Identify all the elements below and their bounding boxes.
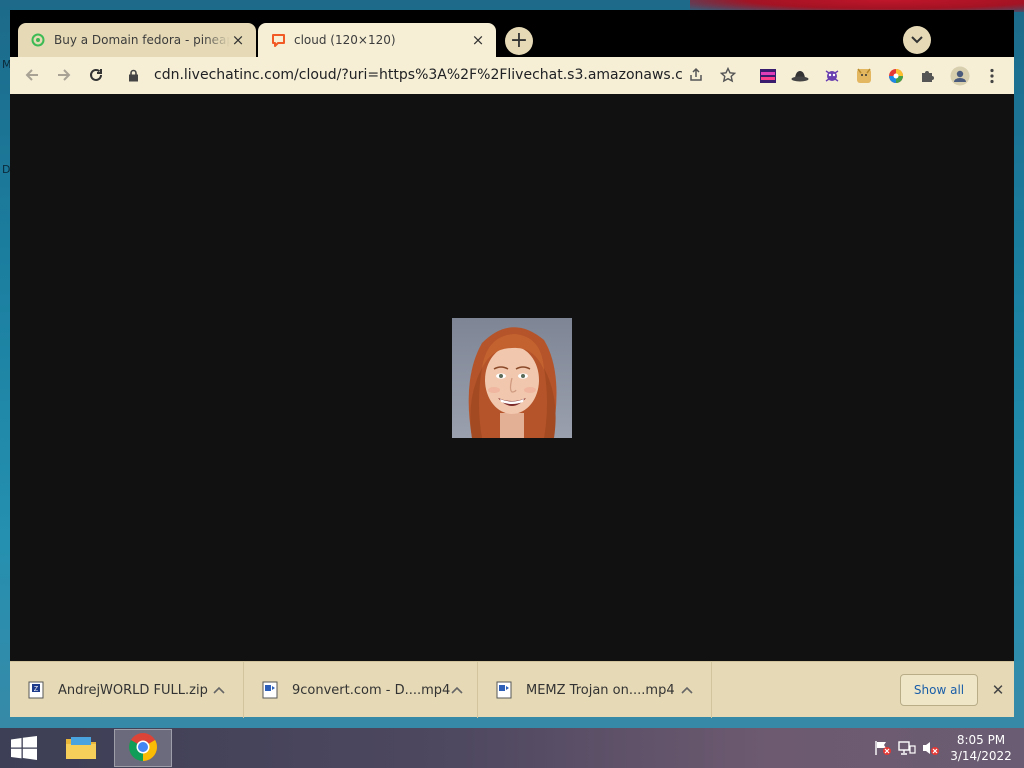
chrome-taskbar-button[interactable] <box>114 729 172 767</box>
tab-buy-domain[interactable]: Buy a Domain fedora - pineapple × <box>18 23 256 57</box>
star-icon <box>719 66 737 86</box>
chevron-up-icon[interactable] <box>209 686 229 694</box>
url-text: cdn.livechatinc.com/cloud/?uri=https%3A%… <box>154 67 682 83</box>
flag-warning-icon[interactable] <box>874 740 892 756</box>
network-icon[interactable] <box>898 740 916 756</box>
file-explorer-icon <box>65 733 97 764</box>
puzzle-icon[interactable] <box>918 66 938 86</box>
speaker-muted-icon[interactable] <box>922 740 940 756</box>
wallet-extension-icon[interactable] <box>758 66 778 86</box>
start-button[interactable] <box>6 734 42 764</box>
clock-time: 8:05 PM <box>956 733 1006 747</box>
download-item[interactable]: MEMZ Trojan on....mp4 <box>478 662 712 718</box>
tab-title: cloud (120×120) <box>294 33 396 47</box>
bug-extension-icon[interactable] <box>822 66 842 86</box>
color-extension-icon[interactable] <box>886 66 906 86</box>
svg-text:Z: Z <box>34 686 39 693</box>
address-bar[interactable]: cdn.livechatinc.com/cloud/?uri=https%3A%… <box>122 61 682 89</box>
profile-photo <box>452 318 572 438</box>
page-content <box>10 94 1014 661</box>
arrow-right-icon <box>56 67 72 86</box>
close-downloads-button[interactable]: ✕ <box>988 680 1008 700</box>
download-item[interactable]: Z AndrejWORLD FULL.zip <box>10 662 244 718</box>
menu-icon[interactable] <box>982 66 1002 86</box>
reload-icon <box>88 67 104 86</box>
hat-extension-icon[interactable] <box>790 66 810 86</box>
browser-toolbar: cdn.livechatinc.com/cloud/?uri=https%3A%… <box>10 57 1014 94</box>
video-file-icon <box>262 681 278 699</box>
tab-cloud[interactable]: cloud (120×120) × <box>258 23 496 57</box>
share-button[interactable] <box>684 64 708 88</box>
doge-extension-icon[interactable] <box>854 66 874 86</box>
tab-close-button[interactable]: × <box>230 32 246 48</box>
forward-button[interactable] <box>52 64 76 88</box>
tab-close-button[interactable]: × <box>470 32 486 48</box>
profile-icon[interactable] <box>950 66 970 86</box>
windows-logo-icon <box>11 735 37 763</box>
tab-search-button[interactable] <box>903 26 931 54</box>
lock-icon <box>128 69 144 82</box>
download-filename: AndrejWORLD FULL.zip <box>58 682 208 698</box>
chat-bubble-icon <box>270 32 286 48</box>
video-file-icon <box>496 681 512 699</box>
share-icon <box>688 67 704 86</box>
back-button[interactable] <box>20 64 44 88</box>
arrow-left-icon <box>24 67 40 86</box>
chrome-icon <box>128 732 158 765</box>
download-item[interactable]: 9convert.com - D....mp4 <box>244 662 478 718</box>
tab-strip: Buy a Domain fedora - pineapple × cloud … <box>10 10 1014 57</box>
clock-date: 3/14/2022 <box>950 749 1012 763</box>
zip-file-icon: Z <box>28 681 44 699</box>
downloads-shelf: Z AndrejWORLD FULL.zip 9convert.com - D.… <box>10 661 1014 718</box>
bookmark-button[interactable] <box>716 64 740 88</box>
download-filename: 9convert.com - D....mp4 <box>292 682 451 698</box>
new-tab-button[interactable]: + <box>505 27 533 55</box>
browser-window: Buy a Domain fedora - pineapple × cloud … <box>10 10 1014 718</box>
download-filename: MEMZ Trojan on....mp4 <box>526 682 675 698</box>
system-clock[interactable]: 8:05 PM 3/14/2022 <box>946 732 1016 764</box>
taskbar: 8:05 PM 3/14/2022 <box>0 728 1024 768</box>
green-ring-icon <box>30 32 46 48</box>
show-all-button[interactable]: Show all <box>900 674 978 706</box>
chevron-up-icon[interactable] <box>450 686 463 694</box>
reload-button[interactable] <box>84 64 108 88</box>
chevron-down-icon <box>911 33 923 47</box>
chevron-up-icon[interactable] <box>677 686 697 694</box>
file-explorer-taskbar-button[interactable] <box>52 729 110 767</box>
tab-title: Buy a Domain fedora - pineapple <box>54 33 230 47</box>
